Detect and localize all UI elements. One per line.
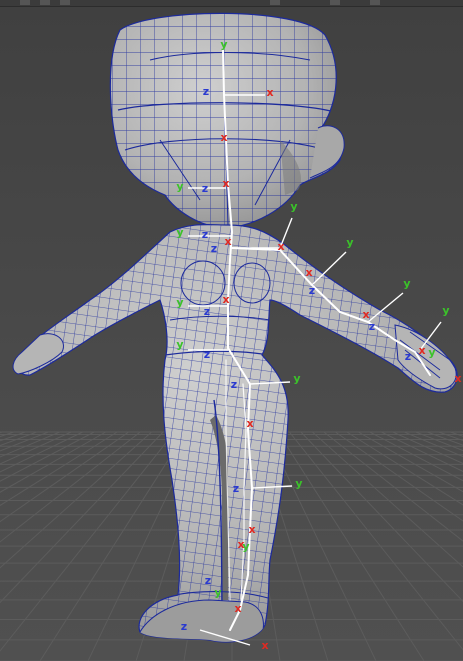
joint-toe-axis-x: x: [261, 639, 268, 652]
joint-shoulder-axis-x: x: [277, 240, 284, 253]
joint-forearm-axis-z: z: [369, 320, 375, 333]
joint-thigh-axis-x: x: [246, 417, 253, 430]
joint-shin-axis-x: x: [248, 523, 255, 536]
joint-hand-axis-y: y: [428, 346, 435, 359]
joint-hip-r-axis-z: z: [231, 378, 237, 391]
joint-elbow-axis-y: y: [346, 236, 353, 249]
joint-chest-axis-x: x: [224, 235, 231, 248]
joint-hips-axis-y: y: [176, 338, 183, 351]
joint-shoulder-axis-y: y: [290, 200, 297, 213]
joint-head-axis-z: z: [203, 85, 209, 98]
joint-shoulder-axis-z: z: [211, 242, 217, 255]
joint-elbow-axis-z: z: [309, 284, 315, 297]
joint-forearm-axis-y: y: [403, 277, 410, 290]
viewport-scene: yz xxy z xy zxz xyxyzxyzxyzxyyzxyzz yxz yxyxzyx…: [0, 12, 463, 661]
joint-knee-axis-y: y: [295, 477, 302, 490]
joint-head-top-axis-y: y: [220, 38, 227, 51]
joint-neck-base-axis-z: z: [202, 182, 208, 195]
3d-viewport[interactable]: yzxxyzxyzxzxyxyzxyzxyzxyyzxyzzyxzyxyxzyx…: [0, 0, 463, 661]
joint-knee-axis-z: z: [233, 482, 239, 495]
joint-neck-base-axis-x: x: [222, 177, 229, 190]
body-mesh[interactable]: [0, 220, 463, 661]
joint-hand-axis-x: x: [454, 372, 461, 385]
joint-wrist-axis-x: x: [418, 344, 425, 357]
joint-foot-axis-x: x: [234, 602, 241, 615]
joint-foot-axis-y: y: [214, 586, 221, 599]
joint-neck-axis-x: x: [220, 131, 227, 144]
joint-toe-axis-z: z: [181, 620, 187, 633]
joint-head-axis-x: x: [266, 86, 273, 99]
joint-wrist-axis-z: z: [405, 350, 411, 363]
joint-foot-axis-z: z: [205, 574, 211, 587]
joint-spine-axis-z: z: [204, 305, 210, 318]
joint-spine-axis-y: y: [176, 296, 183, 309]
joint-hips-axis-z: z: [204, 348, 210, 361]
joint-hip-r-axis-y: y: [293, 372, 300, 385]
joint-wrist-axis-y: y: [442, 304, 449, 317]
joint-chest-axis-z: z: [202, 228, 208, 241]
joint-elbow-axis-x: x: [305, 266, 312, 279]
joint-chest-axis-y: y: [176, 226, 183, 239]
joint-ankle-axis-x: x: [237, 538, 244, 551]
joint-neck-base-axis-y: y: [176, 180, 183, 193]
joint-spine-axis-x: x: [222, 293, 229, 306]
